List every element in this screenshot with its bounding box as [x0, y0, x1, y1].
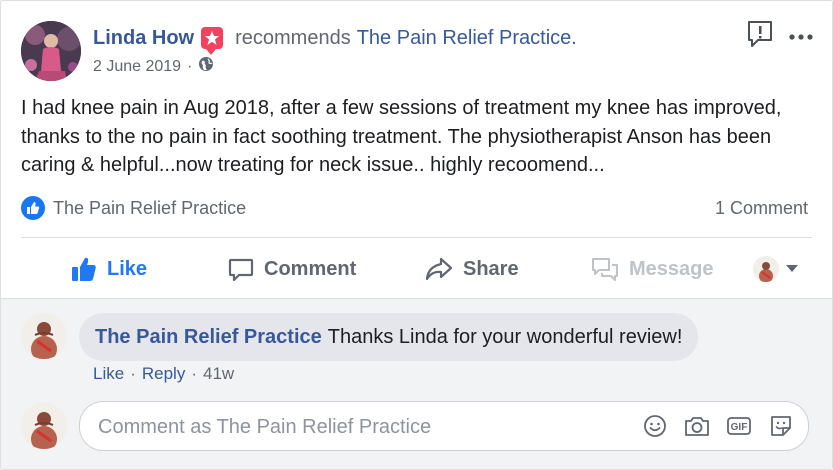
svg-text:GIF: GIF [731, 422, 748, 433]
share-icon [425, 257, 453, 281]
comment-like-link[interactable]: Like [93, 364, 124, 384]
camera-icon[interactable] [684, 414, 710, 438]
comment-bubble: The Pain Relief Practice Thanks Linda fo… [79, 313, 699, 361]
comment-count[interactable]: 1 Comment [715, 198, 808, 219]
share-label: Share [463, 257, 519, 280]
chevron-down-icon [786, 265, 798, 272]
message-label: Message [629, 257, 714, 280]
emoji-icon[interactable] [642, 414, 668, 438]
like-label: Like [107, 257, 148, 280]
like-reaction-icon [21, 196, 45, 220]
reaction-name: The Pain Relief Practice [53, 197, 247, 218]
more-options-icon[interactable] [788, 29, 814, 40]
meta-separator: · [187, 57, 193, 75]
composer-tools: GIF [626, 414, 794, 438]
sticker-icon[interactable] [768, 414, 794, 438]
commenter-avatar[interactable] [21, 313, 67, 359]
comment-text: Thanks Linda for your wonderful review! [327, 325, 683, 348]
post-card: Linda How recommends The Pain Relief Pra… [0, 0, 833, 470]
gif-icon[interactable]: GIF [726, 414, 752, 438]
author-avatar[interactable] [21, 21, 81, 81]
comment-timestamp[interactable]: 41w [203, 364, 234, 384]
globe-icon[interactable] [198, 56, 214, 77]
report-icon[interactable] [746, 19, 774, 49]
comment-input[interactable] [96, 402, 620, 452]
comment-button[interactable]: Comment [228, 241, 356, 297]
post-top-actions [746, 19, 814, 49]
share-button[interactable]: Share [425, 241, 519, 297]
thumbs-up-icon [72, 257, 96, 281]
meta-separator: · [130, 364, 136, 383]
comment-reply-link[interactable]: Reply [142, 364, 185, 384]
post-header-line: Linda How recommends The Pain Relief Pra… [93, 25, 577, 55]
like-button[interactable]: Like [71, 241, 147, 297]
comment-icon [228, 258, 254, 282]
message-icon [592, 258, 618, 281]
post-meta: 2 June 2019 · [93, 56, 214, 77]
page-avatar-small [753, 256, 779, 282]
post-actions-bar: Like Comment Share Message [1, 241, 832, 297]
page-identity-switcher[interactable] [753, 241, 809, 297]
post-body: I had knee pain in Aug 2018, after a few… [21, 97, 782, 176]
comment-composer[interactable]: GIF [79, 401, 809, 452]
page-link[interactable]: The Pain Relief Practice. [357, 27, 577, 50]
recommendation-star-icon [201, 27, 224, 55]
comment-label: Comment [264, 257, 357, 280]
comment-actions: Like · Reply · 41w [93, 364, 234, 384]
post-date[interactable]: 2 June 2019 [93, 58, 181, 76]
reaction-summary[interactable]: The Pain Relief Practice [21, 196, 246, 220]
comment-author[interactable]: The Pain Relief Practice [95, 326, 322, 349]
message-button[interactable]: Message [591, 241, 714, 297]
meta-separator: · [191, 364, 197, 383]
divider [21, 237, 812, 238]
composer-avatar [21, 403, 67, 449]
author-name[interactable]: Linda How [93, 27, 194, 50]
recommends-text: recommends [235, 26, 351, 49]
comments-section: The Pain Relief Practice Thanks Linda fo… [1, 299, 832, 469]
